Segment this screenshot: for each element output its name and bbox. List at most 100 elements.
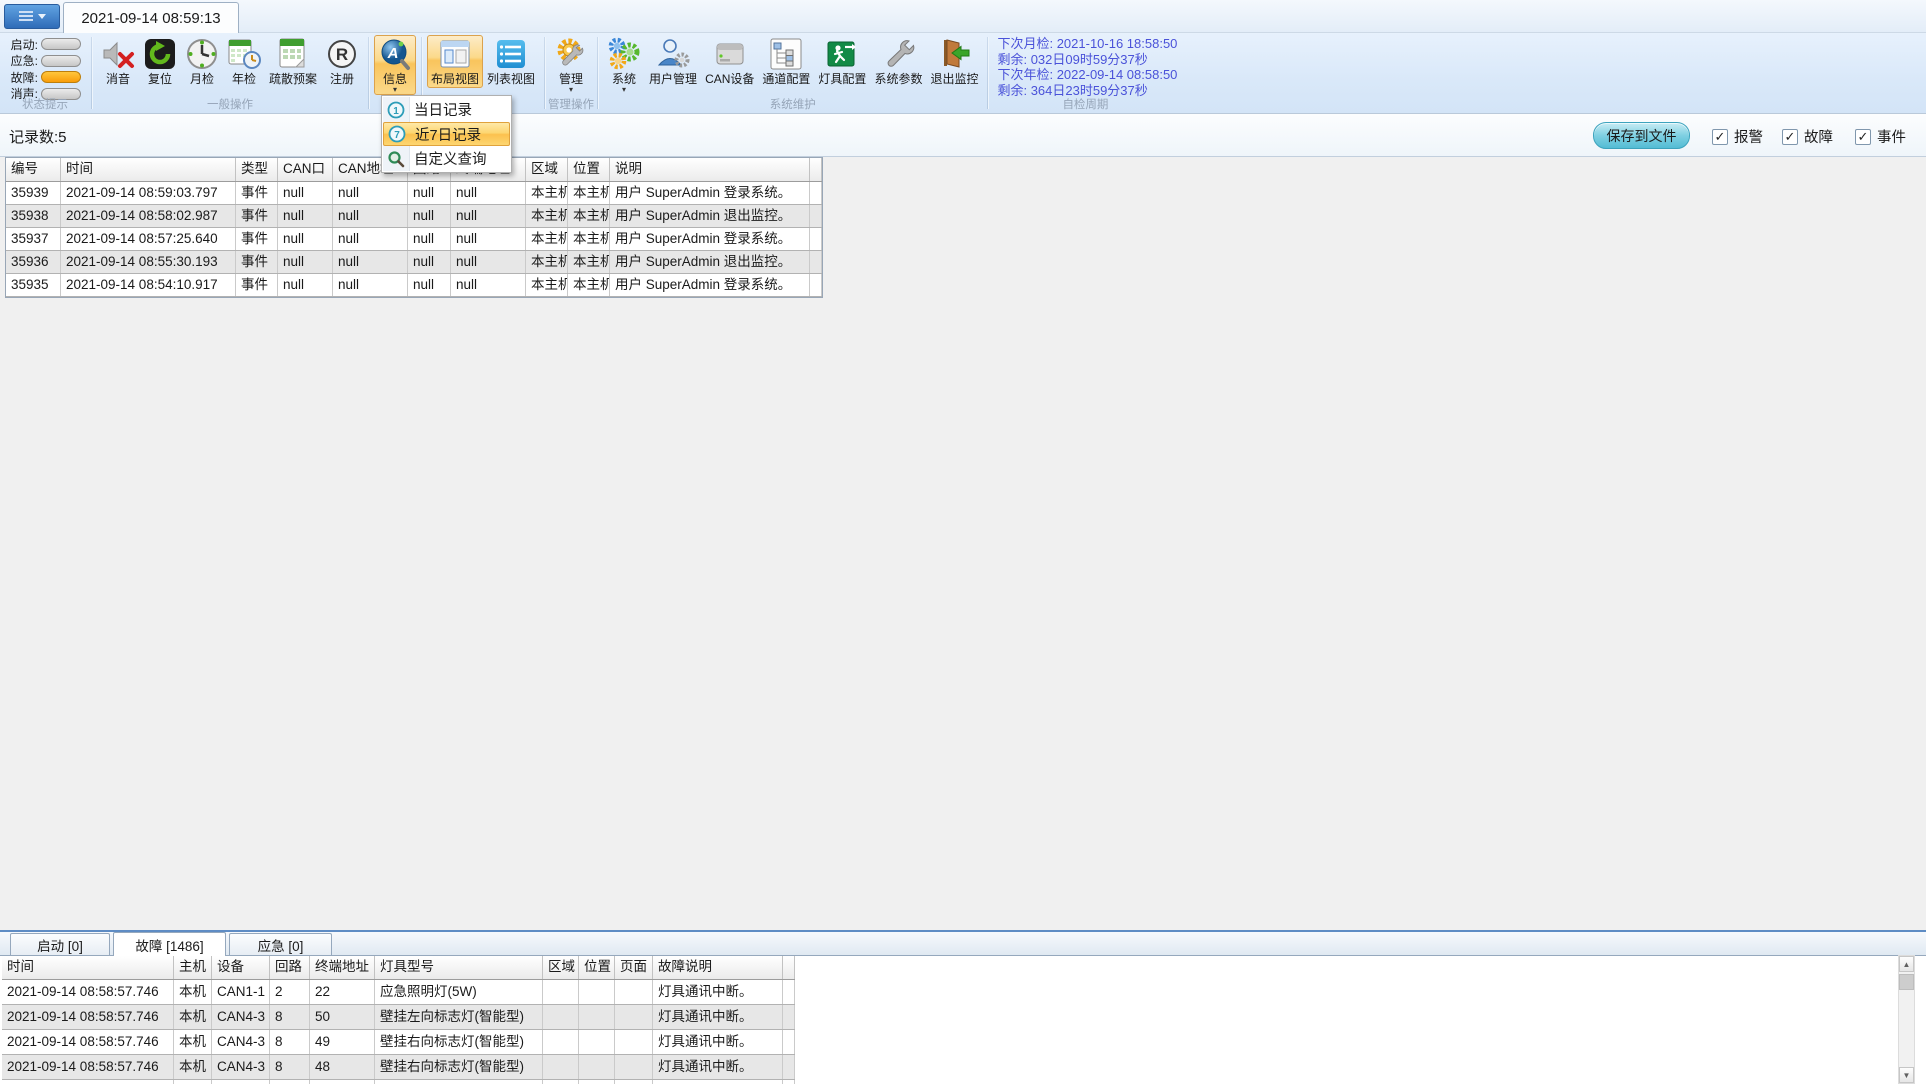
annual-check-button[interactable]: 年检 — [223, 35, 265, 88]
column-header[interactable]: 终端地址 — [310, 956, 375, 979]
save-to-file-button[interactable]: 保存到文件 — [1593, 122, 1690, 149]
selfcheck-group: 下次月检: 2021-10-16 18:58:50 剩余: 032日09时59分… — [989, 33, 1181, 113]
scroll-thumb[interactable] — [1899, 974, 1914, 990]
table-row[interactable]: 2021-09-14 08:58:57.746 本机 CAN4-3 8 48 壁挂右向标志… — [2, 1055, 795, 1080]
group-label-selfcheck: 自检周期 — [1062, 99, 1109, 111]
exit-monitor-button[interactable]: 退出监控 — [926, 35, 982, 88]
filler-cell — [783, 1030, 795, 1054]
next-annual-check: 下次年检: 2022-09-14 08:58:50 — [997, 67, 1178, 82]
cell — [615, 1080, 653, 1084]
tab-start[interactable]: 启动 [0] — [10, 933, 110, 955]
cell: 8 — [270, 1030, 310, 1054]
layout-view-button[interactable]: 布局视图 — [427, 35, 484, 88]
cell: 本主机 — [526, 274, 568, 296]
column-header[interactable]: 主机 — [174, 956, 212, 979]
column-header[interactable]: CAN口 — [278, 158, 333, 181]
table-row[interactable]: 2021-09-14 08:58:57.746本机CAN4-3847吊装左向标志… — [2, 1080, 795, 1084]
cell: 本主机 — [526, 205, 568, 227]
filler-cell — [783, 956, 795, 979]
fault-checkbox[interactable]: ✓ — [1782, 128, 1798, 145]
monthly-check-button[interactable]: 月检 — [181, 35, 223, 88]
cell: 本主机 — [568, 182, 610, 204]
filler-cell — [783, 1005, 795, 1029]
manage-icon — [554, 37, 588, 71]
column-header[interactable]: 区域 — [526, 158, 568, 181]
column-header[interactable]: 位置 — [568, 158, 610, 181]
list-view-button[interactable]: 列表视图 — [483, 35, 539, 88]
column-header[interactable]: 说明 — [610, 158, 810, 181]
chevron-down-icon: ▾ — [622, 85, 627, 94]
table-row[interactable]: 35938 2021-09-14 08:58:02.987 事件 null null nu… — [6, 205, 822, 228]
cell: 事件 — [236, 251, 278, 273]
cell: 灯具通讯中断。 — [653, 980, 783, 1004]
title-tab[interactable]: 2021-09-14 08:59:13 — [63, 2, 239, 33]
filler-cell — [783, 1055, 795, 1079]
column-header[interactable]: 编号 — [6, 158, 61, 181]
mute-button[interactable]: 消音 — [97, 35, 139, 88]
app-menu-button[interactable] — [4, 4, 60, 29]
cell: 用户 SuperAdmin 登录系统。 — [610, 228, 810, 250]
event-log-table: 编号时间类型CAN口CAN地址回路终端地址区域位置说明359392021-09-… — [5, 157, 823, 298]
status-label-start: 启动: — [10, 37, 38, 52]
channel-config-button[interactable]: 通道配置 — [758, 35, 814, 88]
cell: 本主机 — [568, 251, 610, 273]
tab-fault[interactable]: 故障 [1486] — [113, 932, 226, 956]
cell: null — [333, 274, 408, 296]
next-monthly-check: 下次月检: 2021-10-16 18:58:50 — [997, 36, 1178, 51]
scroll-down-button[interactable]: ▼ — [1899, 1067, 1914, 1083]
table-row[interactable]: 2021-09-14 08:58:57.746 本机 CAN1-1 2 22 应急照明灯(… — [2, 980, 795, 1005]
table-row[interactable]: 35935 2021-09-14 08:54:10.917 事件 null null nu… — [6, 274, 822, 297]
column-header[interactable]: 区域 — [543, 956, 579, 979]
table-row[interactable]: 35937 2021-09-14 08:57:25.640 事件 null null nu… — [6, 228, 822, 251]
table-row[interactable]: 2021-09-14 08:58:57.746 本机 CAN4-3 8 49 壁挂右向标志… — [2, 1030, 795, 1055]
column-header[interactable]: 时间 — [61, 158, 236, 181]
cell — [543, 980, 579, 1004]
cell: 8 — [270, 1055, 310, 1079]
register-button[interactable]: R 注册 — [321, 35, 363, 88]
column-header[interactable]: 回路 — [270, 956, 310, 979]
event-checkbox[interactable]: ✓ — [1855, 128, 1871, 145]
column-header[interactable]: 位置 — [579, 956, 615, 979]
evacuation-plan-button[interactable]: 疏散预案 — [265, 35, 321, 88]
system-params-button[interactable]: 系统参数 — [870, 35, 926, 88]
menu-item-last7days-records[interactable]: 7 近7日记录 — [383, 122, 510, 146]
window-title: 2021-09-14 08:59:13 — [81, 9, 221, 27]
cell: null — [408, 251, 451, 273]
can-device-button[interactable]: CAN设备 — [701, 35, 758, 88]
scroll-up-button[interactable]: ▲ — [1899, 956, 1914, 972]
cell: 49 — [310, 1030, 375, 1054]
tab-emergency[interactable]: 应急 [0] — [229, 933, 332, 955]
alarm-filter: ✓ 报警 — [1712, 126, 1763, 147]
alarm-checkbox[interactable]: ✓ — [1712, 128, 1728, 145]
cell: null — [451, 251, 526, 273]
manage-button[interactable]: 管理 ▾ — [550, 35, 592, 95]
column-header[interactable]: 时间 — [2, 956, 174, 979]
table-row[interactable]: 2021-09-14 08:58:57.746 本机 CAN4-3 8 50 壁挂左向标志… — [2, 1005, 795, 1030]
channel-config-icon — [769, 37, 803, 71]
menu-item-today-records[interactable]: 1 当日记录 — [383, 97, 510, 122]
table-row[interactable]: 35939 2021-09-14 08:59:03.797 事件 null null nu… — [6, 182, 822, 205]
table-row[interactable]: 35936 2021-09-14 08:55:30.193 事件 null null nu… — [6, 251, 822, 274]
monthly-remaining: 剩余: 032日09时59分37秒 — [997, 51, 1148, 67]
reset-button[interactable]: 复位 — [139, 35, 181, 88]
application-window: 2021-09-14 08:59:13 启动: 应急: 故障: 消声: 状态提示 — [0, 0, 1926, 1084]
title-bar: 2021-09-14 08:59:13 — [0, 0, 1926, 33]
circle-7-icon: 7 — [388, 125, 406, 143]
info-button[interactable]: A 信息 ▾ — [374, 35, 417, 95]
cell: 灯具通讯中断。 — [653, 1055, 783, 1079]
column-header[interactable]: 故障说明 — [653, 956, 783, 979]
fault-table: 时间 主机 设备 回路 终端地址 灯具型号 区域 位置 页面 故障说明 2021-09-14 08:… — [2, 956, 795, 1084]
info-icon: A — [378, 37, 412, 71]
vertical-scrollbar[interactable]: ▲ ▼ — [1898, 955, 1915, 1084]
column-header[interactable]: 页面 — [615, 956, 653, 979]
column-header[interactable]: 类型 — [236, 158, 278, 181]
filler-cell — [783, 1080, 795, 1084]
lamp-config-button[interactable]: 灯具配置 — [814, 35, 870, 88]
cell: CAN4-3 — [212, 1005, 270, 1029]
system-button[interactable]: 系统 ▾ — [603, 35, 645, 95]
column-header[interactable]: 灯具型号 — [375, 956, 543, 979]
cell: CAN4-3 — [212, 1055, 270, 1079]
menu-item-custom-query[interactable]: 自定义查询 — [383, 146, 510, 171]
user-management-button[interactable]: 用户管理 — [645, 35, 701, 88]
column-header[interactable]: 设备 — [212, 956, 270, 979]
